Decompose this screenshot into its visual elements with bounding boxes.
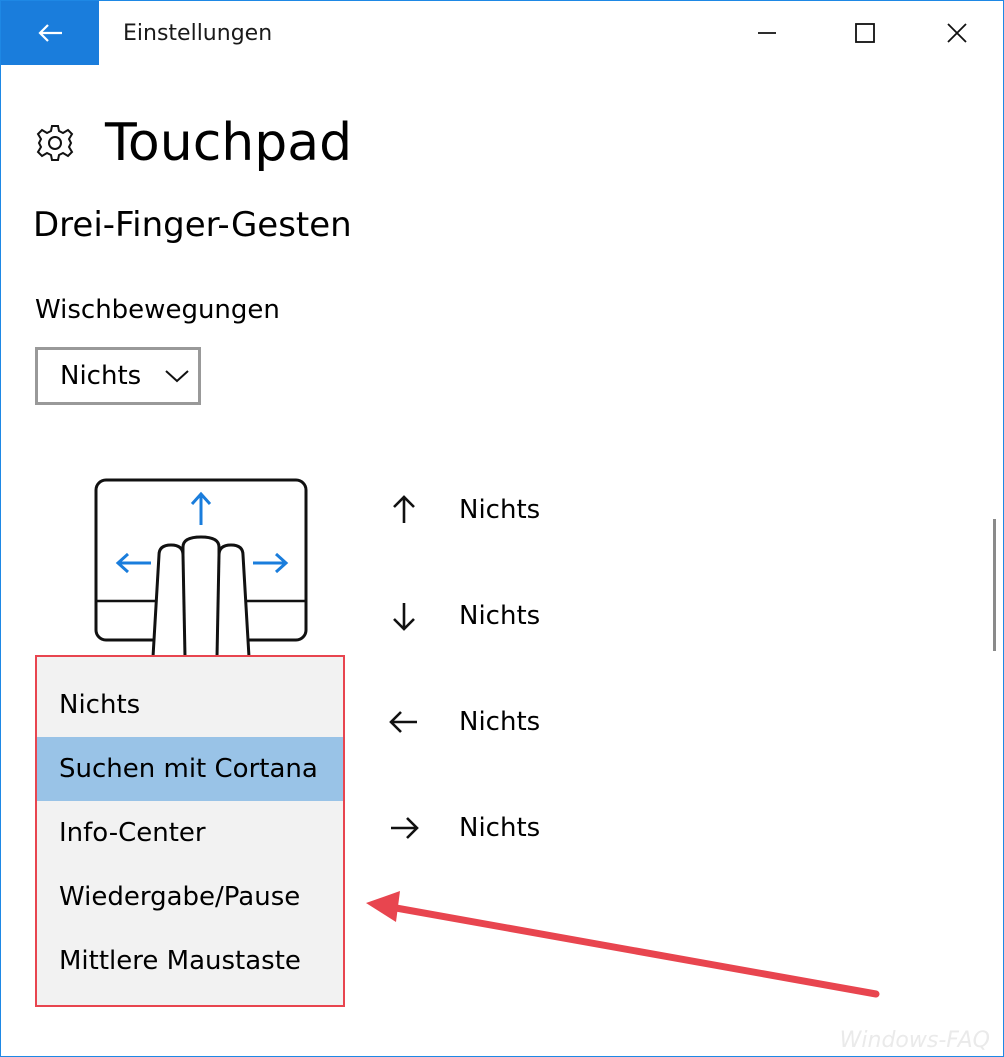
arrow-left-icon: [389, 707, 419, 737]
back-arrow-icon: [38, 24, 62, 42]
arrow-down-icon: [389, 601, 419, 631]
scrollbar-thumb[interactable]: [993, 519, 996, 651]
menu-item-info-center[interactable]: Info-Center: [37, 801, 343, 865]
page-header: Touchpad: [35, 113, 352, 173]
gear-icon: [36, 125, 74, 161]
minimize-button[interactable]: [721, 1, 813, 65]
gesture-up-value: Nichts: [459, 495, 541, 525]
back-button[interactable]: [1, 1, 99, 65]
menu-item-suchen-mit-cortana[interactable]: Suchen mit Cortana: [37, 737, 343, 801]
gesture-left-value: Nichts: [459, 707, 541, 737]
section-title: Drei-Finger-Gesten: [33, 205, 352, 245]
gesture-left-row[interactable]: Nichts: [389, 707, 540, 737]
swipe-label: Wischbewegungen: [35, 295, 280, 325]
chevron-down-icon: [165, 370, 189, 383]
close-button[interactable]: [911, 1, 1003, 65]
swipe-dropdown[interactable]: Nichts: [35, 347, 201, 405]
settings-window: Einstellungen Touchpad Drei-Finger-Geste…: [0, 0, 1004, 1057]
gesture-down-value: Nichts: [459, 601, 541, 631]
watermark: Windows-FAQ: [839, 1028, 990, 1053]
menu-item-mittlere-maustaste[interactable]: Mittlere Maustaste: [37, 929, 343, 993]
swipe-dropdown-value: Nichts: [60, 361, 142, 391]
gesture-right-row[interactable]: Nichts: [389, 813, 540, 843]
gesture-down-row[interactable]: Nichts: [389, 601, 540, 631]
window-title: Einstellungen: [123, 21, 273, 46]
arrow-up-icon: [389, 495, 419, 525]
maximize-icon: [855, 23, 875, 43]
gesture-up-row[interactable]: Nichts: [389, 495, 540, 525]
arrow-right-icon: [389, 813, 419, 843]
gesture-options-menu: Nichts Suchen mit Cortana Info-Center Wi…: [35, 655, 345, 1007]
maximize-button[interactable]: [819, 1, 911, 65]
page-title: Touchpad: [105, 113, 353, 173]
menu-item-nichts[interactable]: Nichts: [37, 673, 343, 737]
gesture-right-value: Nichts: [459, 813, 541, 843]
touchpad-illustration: [94, 478, 308, 657]
menu-item-wiedergabe-pause[interactable]: Wiedergabe/Pause: [37, 865, 343, 929]
close-icon: [947, 23, 967, 43]
minimize-icon: [758, 32, 776, 34]
title-bar: Einstellungen: [1, 1, 1003, 65]
